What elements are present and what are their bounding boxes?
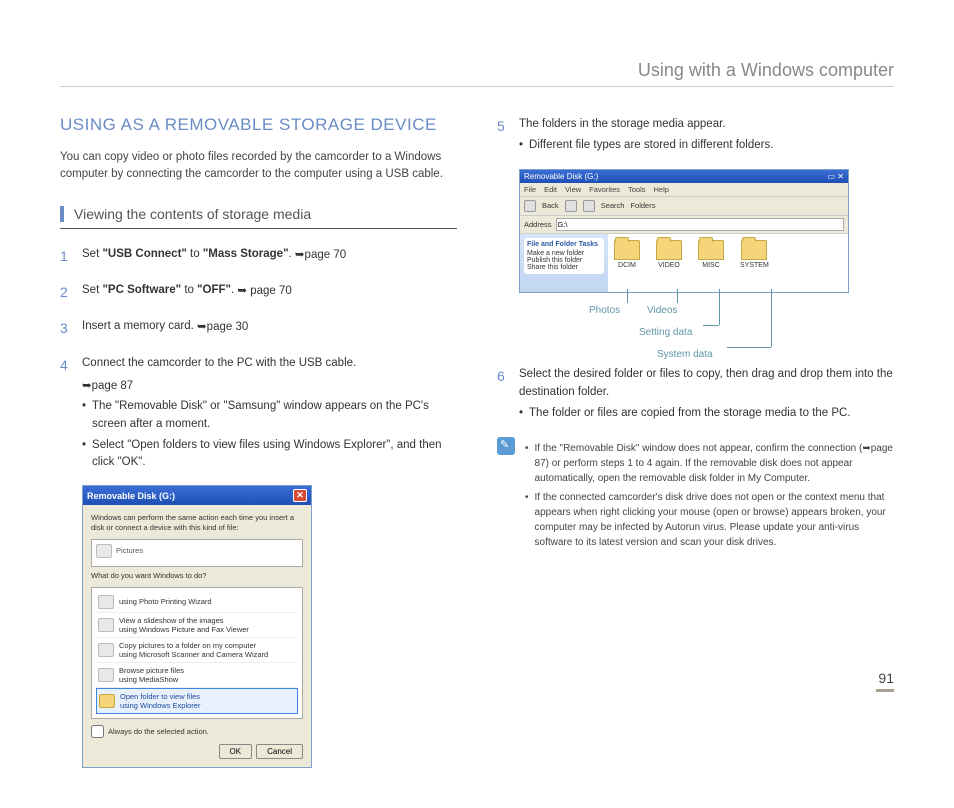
step-2: 2 Set "PC Software" to "OFF". ➥ page 70 xyxy=(60,281,457,303)
up-icon[interactable] xyxy=(583,200,595,212)
back-icon[interactable] xyxy=(524,200,536,212)
cancel-button[interactable]: Cancel xyxy=(256,744,303,759)
folder-icon xyxy=(741,240,767,260)
page-number: 91 xyxy=(878,670,894,686)
slideshow-icon xyxy=(98,618,114,632)
info-note: If the "Removable Disk" window does not … xyxy=(497,437,894,550)
pictures-icon xyxy=(96,544,112,558)
list-item[interactable]: View a slideshow of the imagesusing Wind… xyxy=(96,613,298,638)
menu-bar[interactable]: FileEditViewFavoritesToolsHelp xyxy=(520,183,848,197)
address-input[interactable] xyxy=(556,218,844,231)
subsection-heading: Viewing the contents of storage media xyxy=(60,206,457,222)
forward-icon[interactable] xyxy=(565,200,577,212)
page-ref: ➥page 87 xyxy=(82,377,133,395)
step-3: 3 Insert a memory card. ➥page 30 xyxy=(60,317,457,339)
autoplay-dialog: Removable Disk (G:) ✕ Windows can perfor… xyxy=(82,485,312,767)
scanner-icon xyxy=(98,643,114,657)
step-6: 6 Select the desired folder or files to … xyxy=(497,365,894,423)
folder-misc[interactable]: MISC xyxy=(698,240,724,269)
folder-icon xyxy=(99,694,115,708)
list-item[interactable]: Copy pictures to a folder on my computer… xyxy=(96,638,298,663)
folder-labels: Photos Videos Setting data System data xyxy=(519,297,849,365)
ok-button[interactable]: OK xyxy=(219,744,253,759)
dialog-titlebar: Removable Disk (G:) ✕ xyxy=(83,486,311,505)
header-divider xyxy=(60,86,894,87)
list-item[interactable]: Browse picture filesusing MediaShow xyxy=(96,663,298,688)
right-column: 5 The folders in the storage media appea… xyxy=(497,115,894,768)
page-ref: ➥ page 70 xyxy=(237,282,291,300)
step-5: 5 The folders in the storage media appea… xyxy=(497,115,894,155)
folder-pane[interactable]: DCIM VIDEO MISC SYSTEM xyxy=(608,234,848,292)
folder-icon xyxy=(656,240,682,260)
step-1: 1 Set "USB Connect" to "Mass Storage". ➥… xyxy=(60,245,457,267)
intro-text: You can copy video or photo files record… xyxy=(60,149,457,184)
explorer-titlebar: Removable Disk (G:)▭ ✕ xyxy=(520,170,848,183)
printer-icon xyxy=(98,595,114,609)
list-item[interactable]: using Photo Printing Wizard xyxy=(96,592,298,613)
explorer-window: Removable Disk (G:)▭ ✕ FileEditViewFavor… xyxy=(519,169,849,293)
left-column: USING AS A REMOVABLE STORAGE DEVICE You … xyxy=(60,60,457,768)
folder-dcim[interactable]: DCIM xyxy=(614,240,640,269)
folder-icon xyxy=(614,240,640,260)
folder-video[interactable]: VIDEO xyxy=(656,240,682,269)
folder-system[interactable]: SYSTEM xyxy=(740,240,769,269)
folder-icon xyxy=(698,240,724,260)
media-icon xyxy=(98,668,114,682)
step-4: 4 Connect the camcorder to the PC with t… xyxy=(60,354,457,472)
toolbar[interactable]: Back Search Folders xyxy=(520,197,848,216)
list-item-selected[interactable]: Open folder to view filesusing Windows E… xyxy=(96,688,298,714)
page-ref: ➥page 30 xyxy=(197,318,248,336)
page-number-rule xyxy=(876,689,894,692)
page-ref: ➥page 70 xyxy=(295,246,346,264)
section-title: USING AS A REMOVABLE STORAGE DEVICE xyxy=(60,115,457,135)
note-icon xyxy=(497,437,515,455)
chapter-header: Using with a Windows computer xyxy=(638,60,894,81)
explorer-sidebar: File and Folder Tasks Make a new folder … xyxy=(520,234,608,292)
subsection-divider xyxy=(60,228,457,229)
close-icon[interactable]: ✕ xyxy=(293,489,307,502)
action-list[interactable]: using Photo Printing Wizard View a slide… xyxy=(91,587,303,719)
window-controls-icon[interactable]: ▭ ✕ xyxy=(828,172,844,181)
address-bar[interactable]: Address xyxy=(520,216,848,234)
always-checkbox[interactable]: Always do the selected action. xyxy=(91,725,303,738)
